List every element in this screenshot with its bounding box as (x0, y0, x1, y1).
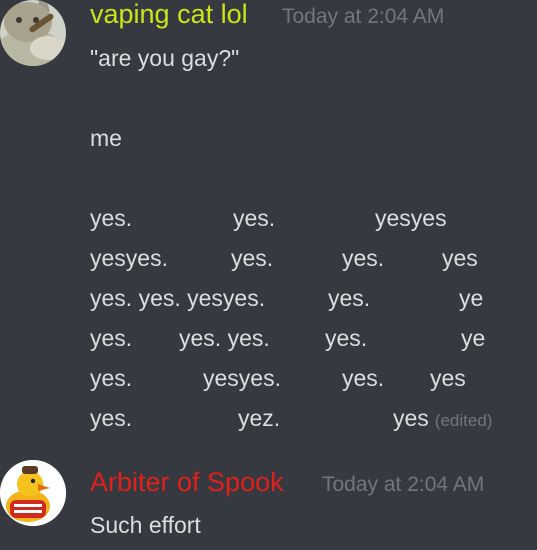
word: yes. (325, 325, 368, 351)
message-text-row: yes. yes. yesyes (0, 205, 537, 233)
word: yes. (90, 365, 133, 391)
word: yes. (328, 285, 371, 311)
message-text: "are you gay?" (90, 45, 240, 71)
word: yes. (233, 205, 276, 231)
duck-avatar[interactable] (0, 460, 66, 526)
word: yes. (342, 245, 385, 271)
username[interactable]: Arbiter of Spook (90, 467, 284, 498)
word: ye (459, 285, 484, 311)
message-text: Such effort (90, 512, 201, 538)
word: yesyes. (90, 245, 168, 271)
cat-avatar[interactable] (0, 0, 66, 66)
timestamp: Today at 2:04 AM (282, 5, 445, 28)
username[interactable]: vaping cat lol (90, 0, 248, 30)
message-text-row: yes. yes. yesyes. yes. ye (0, 285, 537, 313)
timestamp: Today at 2:04 AM (322, 473, 485, 496)
message-text: me (90, 125, 122, 151)
word: ye (461, 325, 486, 351)
word: yesyes. (203, 365, 281, 391)
message-text-row: yes. yez. yes (edited) (0, 405, 537, 433)
word: yes. (90, 325, 133, 351)
word: yesyes (375, 205, 447, 231)
message-2: Arbiter of Spook Today at 2:04 AM Such e… (0, 455, 537, 550)
word: yes. (342, 365, 385, 391)
word: yes. (90, 405, 133, 431)
word: yez. (238, 405, 281, 431)
message-text-row: yes. yes. yes. yes. ye (0, 325, 537, 353)
word: yes. (231, 245, 274, 271)
word: yes. yes. yesyes. (90, 285, 266, 311)
word: yes (430, 365, 466, 391)
edited-label: (edited) (434, 411, 493, 430)
word: yes. (90, 205, 133, 231)
message-1: vaping cat lol Today at 2:04 AM "are you… (0, 0, 537, 450)
message-text-row: yes. yesyes. yes. yes (0, 365, 537, 393)
word: yes (442, 245, 478, 271)
word: yes (edited) (393, 405, 492, 432)
word: yes (393, 405, 429, 431)
message-text-row: yesyes. yes. yes. yes (0, 245, 537, 273)
word: yes. yes. (179, 325, 270, 351)
